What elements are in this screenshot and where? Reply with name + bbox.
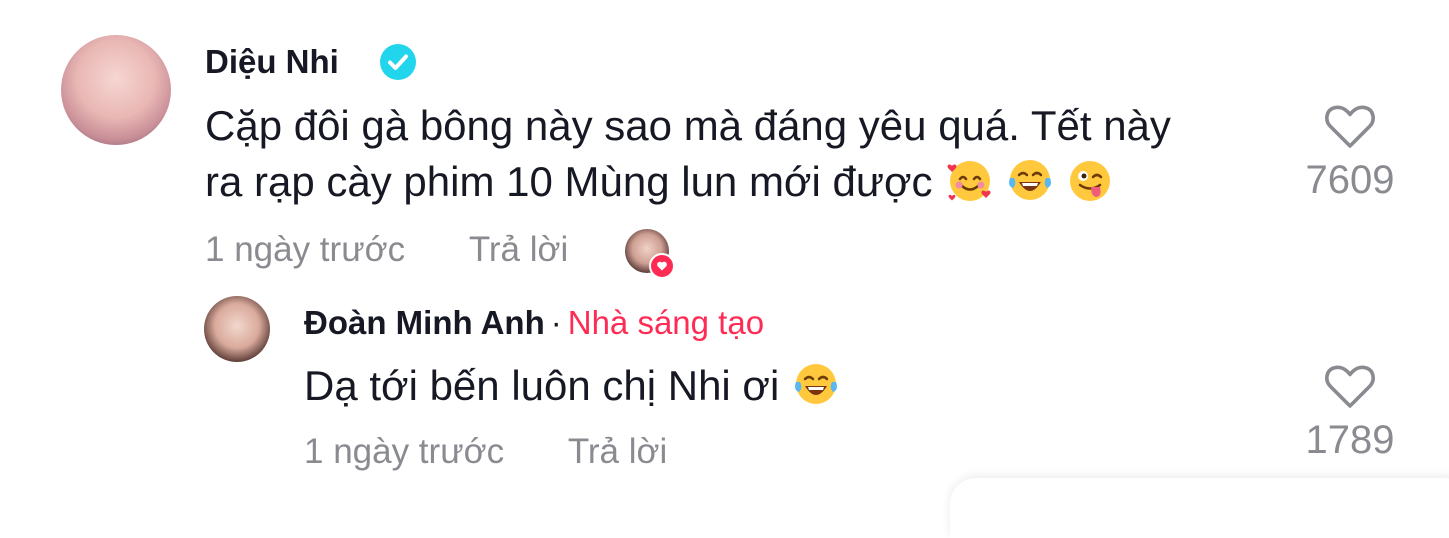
comment-text-line-2: ra rạp cày phim 10 Mùng lun mới được [205,154,1171,210]
tears-of-joy-icon [1008,159,1051,200]
comment-author-name[interactable]: Diệu Nhi [205,43,339,81]
tears-of-joy-icon [795,363,838,404]
avatar-doan-minh-anh[interactable] [204,296,270,362]
comment-text: Cặp đôi gà bông này sao mà đáng yêu quá.… [205,98,1171,210]
avatar-dieu-nhi[interactable] [61,35,171,145]
comment-timestamp: 1 ngày trước [205,230,406,269]
comment-text-line-2-text: ra rạp cày phim 10 Mùng lun mới được [205,158,933,205]
bottom-sheet-edge [950,478,1449,538]
like-count: 1789 [1305,418,1395,462]
winking-face-with-tongue-icon [1069,160,1110,201]
reply-author-name[interactable]: Đoàn Minh Anh [304,304,545,341]
heart-outline-icon [1325,365,1375,408]
reply-button[interactable]: Trả lời [469,230,568,270]
reply-timestamp: 1 ngày trước [304,432,505,471]
like-button[interactable]: 7609 [1296,104,1404,203]
comment-text-line-1: Cặp đôi gà bông này sao mà đáng yêu quá.… [205,102,1171,149]
heart-badge-icon [649,253,675,279]
reply-text: Dạ tới bến luôn chị Nhi ơi [304,358,839,414]
reply-meta: 1 ngày trước Trả lời [304,432,667,472]
smiling-face-with-hearts-icon [946,160,991,201]
reply-author-row: Đoàn Minh Anh · Nhà sáng tạo [304,304,764,342]
comment-meta: 1 ngày trước Trả lời [205,230,568,270]
reply-button[interactable]: Trả lời [568,432,667,472]
heart-outline-icon [1325,105,1375,148]
like-button[interactable]: 1789 [1296,364,1404,463]
creator-liked-indicator [625,229,675,279]
separator-dot: · [550,304,562,341]
reply-text-content: Dạ tới bến luôn chị Nhi ơi [304,362,780,409]
creator-badge: Nhà sáng tạo [567,304,765,341]
like-count: 7609 [1305,158,1395,202]
verified-badge-icon [380,44,416,80]
